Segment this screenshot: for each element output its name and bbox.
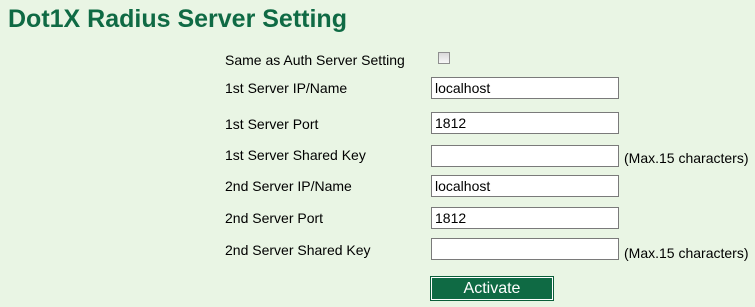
- same-as-auth-checkbox[interactable]: [438, 52, 450, 64]
- server1-key-hint: (Max.15 characters): [624, 150, 749, 166]
- server1-port-label: 1st Server Port: [225, 116, 319, 132]
- server2-ip-input[interactable]: [431, 175, 619, 197]
- activate-button[interactable]: Activate: [430, 276, 554, 301]
- server1-key-input[interactable]: [431, 145, 619, 167]
- same-as-auth-label: Same as Auth Server Setting: [225, 52, 405, 68]
- server1-ip-label: 1st Server IP/Name: [225, 80, 348, 96]
- server1-key-label: 1st Server Shared Key: [225, 147, 366, 163]
- server2-key-hint: (Max.15 characters): [624, 245, 749, 261]
- server2-ip-label: 2nd Server IP/Name: [225, 178, 352, 194]
- server1-port-input[interactable]: [431, 112, 619, 134]
- server2-key-label: 2nd Server Shared Key: [225, 242, 371, 258]
- server2-key-input[interactable]: [431, 238, 619, 260]
- server1-ip-input[interactable]: [431, 77, 619, 99]
- server2-port-label: 2nd Server Port: [225, 210, 324, 226]
- server2-port-input[interactable]: [431, 207, 619, 229]
- page-title: Dot1X Radius Server Setting: [8, 5, 347, 33]
